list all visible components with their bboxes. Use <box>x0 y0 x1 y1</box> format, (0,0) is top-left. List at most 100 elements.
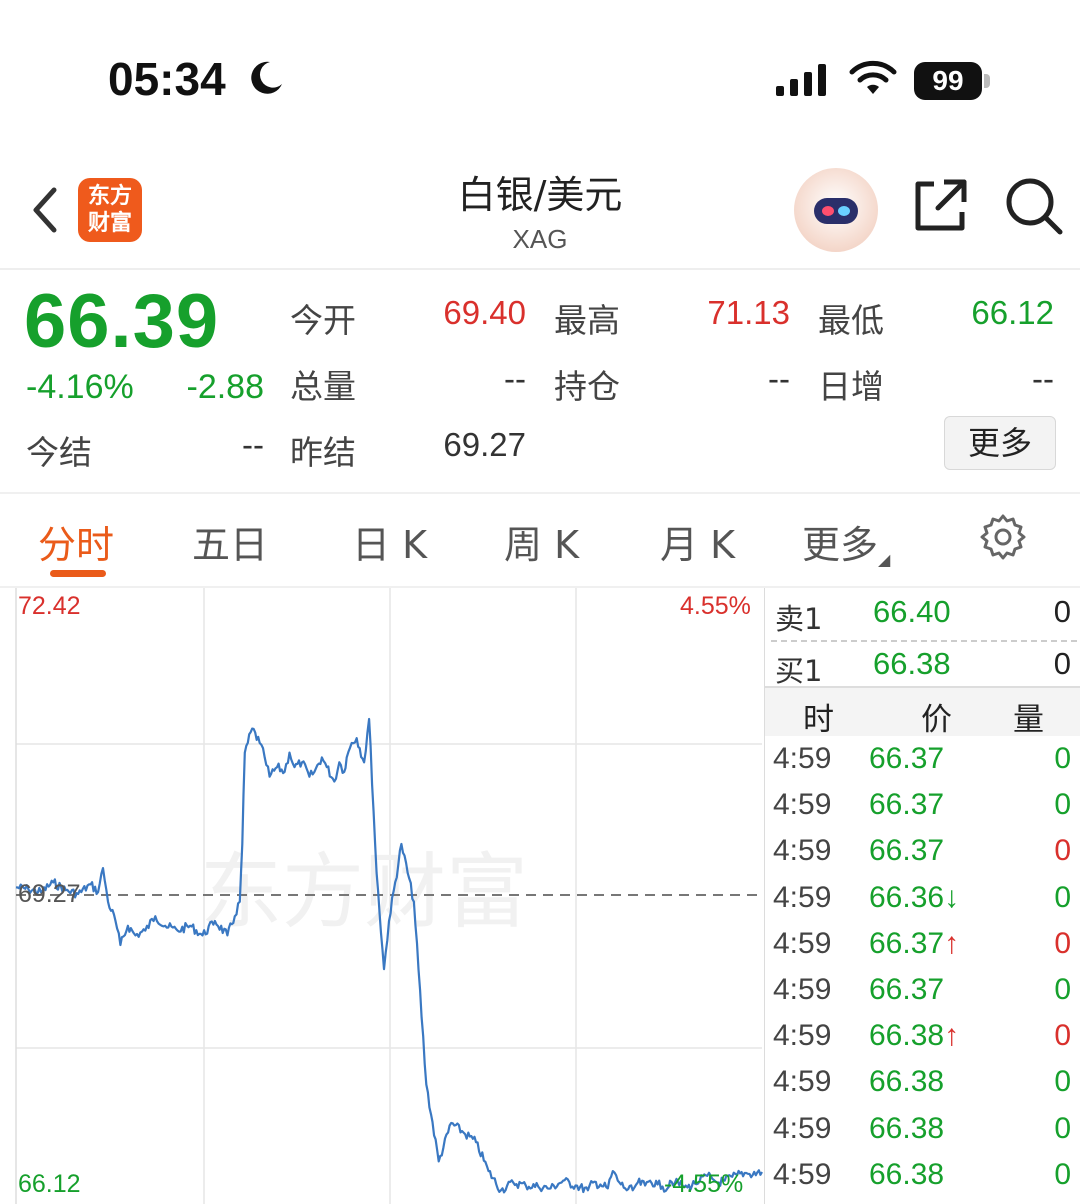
trade-time: 4:59 <box>773 742 832 775</box>
app-logo: 东方 财富 <box>78 178 142 242</box>
trade-price: 66.37 <box>869 834 944 868</box>
trade-volume: 0 <box>1054 1111 1071 1145</box>
tab-more-label: 更多 <box>802 523 879 567</box>
trade-time: 4:59 <box>773 973 832 1006</box>
change-value: -2.88 <box>186 368 265 406</box>
order-book: 卖1 66.40 0 买1 66.38 0 时 价 量 4:59 66.37 0 4:… <box>764 588 1080 1204</box>
signal-icon <box>776 64 826 96</box>
prev-settle-label: 昨结 <box>290 433 356 472</box>
volume-value: -- <box>504 360 526 397</box>
arrow-down-icon: ↓ <box>944 880 960 914</box>
share-icon[interactable] <box>910 176 970 236</box>
trade-row: 4:59 66.38 0 <box>765 1108 1080 1154</box>
tab-intraday[interactable]: 分时 <box>38 514 114 569</box>
page-subtitle: XAG <box>512 224 568 254</box>
settings-gear-icon[interactable] <box>978 512 1028 562</box>
prev-settle-value: 69.27 <box>443 426 526 463</box>
bid-price: 66.38 <box>873 646 951 681</box>
moon-icon <box>251 61 282 94</box>
trade-price: 66.36↓ <box>869 881 959 915</box>
open-interest-value: -- <box>768 360 790 397</box>
trade-price: 66.38 <box>869 1065 944 1099</box>
trade-price-value: 66.37 <box>869 788 945 822</box>
trade-price: 66.38↑ <box>869 1019 959 1053</box>
battery-tip <box>984 74 990 88</box>
trade-price-value: 66.37 <box>869 926 945 960</box>
change-percent: -4.16% <box>26 368 134 406</box>
low-label: 最低 <box>818 301 884 340</box>
trade-row: 4:59 66.37 0 <box>765 784 1080 830</box>
arrow-up-icon: ↑ <box>944 926 960 960</box>
tab-more[interactable]: 更多◢ <box>802 514 890 569</box>
search-icon[interactable] <box>1002 174 1064 236</box>
open-value: 69.40 <box>443 294 526 331</box>
more-button[interactable]: 更多 <box>944 416 1056 470</box>
trade-price: 66.37 <box>869 973 944 1007</box>
trade-price-value: 66.38 <box>869 1019 945 1053</box>
trade-price-value: 66.38 <box>869 1111 945 1145</box>
trade-time: 4:59 <box>773 880 832 914</box>
trade-row: 4:59 66.37↑ 0 <box>765 923 1080 969</box>
trade-price: 66.37 <box>869 788 944 822</box>
low-value: 66.12 <box>971 294 1054 331</box>
ask-label: 卖1 <box>775 602 823 636</box>
last-price: 66.39 <box>24 279 220 364</box>
trade-row: 4:59 66.38 0 <box>765 1154 1080 1200</box>
page-title: 白银/美元 <box>457 173 623 217</box>
tab-monthly-k[interactable]: 月 K <box>660 514 735 569</box>
ask-volume: 0 <box>1053 594 1071 629</box>
open-label: 今开 <box>290 301 356 340</box>
trade-price-value: 66.37 <box>869 973 945 1006</box>
tab-active-indicator <box>50 570 106 577</box>
trade-time: 4:59 <box>773 834 832 868</box>
bid-volume: 0 <box>1053 646 1071 681</box>
trade-volume: 0 <box>1054 788 1071 822</box>
trade-time: 4:59 <box>773 926 832 960</box>
trade-volume: 0 <box>1054 1157 1071 1191</box>
bid-row: 买1 66.38 0 <box>765 640 1080 692</box>
trade-volume: 0 <box>1054 1019 1071 1053</box>
high-label: 最高 <box>554 301 620 340</box>
bid-label: 买1 <box>775 654 823 688</box>
trade-volume: 0 <box>1054 834 1071 868</box>
trade-price-value: 66.38 <box>869 1157 945 1191</box>
trade-time: 4:59 <box>773 1019 832 1053</box>
header-price: 价 <box>921 702 952 738</box>
open-interest-label: 持仓 <box>554 367 620 406</box>
tab-weekly-k[interactable]: 周 K <box>504 514 579 569</box>
header-volume: 量 <box>1013 702 1044 738</box>
high-value: 71.13 <box>707 294 790 331</box>
back-icon[interactable] <box>22 180 66 240</box>
pct-min-label: -4.55% <box>664 1170 744 1198</box>
bot-face-icon <box>814 198 858 224</box>
trade-price: 66.37↑ <box>869 927 959 961</box>
logo-text-top: 东方 <box>87 184 132 209</box>
watermark-text: 东方财富 <box>200 845 528 940</box>
settle-value: -- <box>242 426 264 463</box>
tab-daily-k[interactable]: 日 K <box>352 514 427 569</box>
trade-row: 4:59 66.37 0 <box>765 969 1080 1015</box>
trade-row: 4:59 66.37 0 <box>765 830 1080 876</box>
header-time: 时 <box>803 702 834 738</box>
price-chart-svg: 东方财富 <box>15 588 763 1204</box>
volume-label: 总量 <box>290 367 356 406</box>
trade-volume: 0 <box>1054 880 1071 914</box>
wifi-icon <box>849 60 897 94</box>
trade-time: 4:59 <box>773 788 832 822</box>
intraday-chart[interactable]: 东方财富 72.42 4.55% 69.27 66.12 -4.55% <box>0 588 764 1204</box>
tab-five-day[interactable]: 五日 <box>192 514 268 569</box>
bot-avatar[interactable] <box>794 168 878 252</box>
ask-price: 66.40 <box>873 594 951 629</box>
trade-row: 4:59 66.38↑ 0 <box>765 1015 1080 1061</box>
ask-row: 卖1 66.40 0 <box>765 588 1080 640</box>
trade-price-value: 66.38 <box>869 1065 945 1099</box>
y-mid-label: 69.27 <box>18 880 81 908</box>
logo-text-bottom: 财富 <box>87 211 132 236</box>
chart-tabs: 分时 五日 日 K 周 K 月 K 更多◢ <box>0 494 1080 586</box>
trade-row: 4:59 66.36↓ 0 <box>765 877 1080 923</box>
trade-volume: 0 <box>1054 973 1071 1006</box>
settle-label: 今结 <box>26 433 92 472</box>
nav-bar: 东方 财富 白银/美元 XAG <box>0 150 1080 268</box>
trade-price: 66.38 <box>869 1112 944 1146</box>
trade-price: 66.37 <box>869 742 944 776</box>
